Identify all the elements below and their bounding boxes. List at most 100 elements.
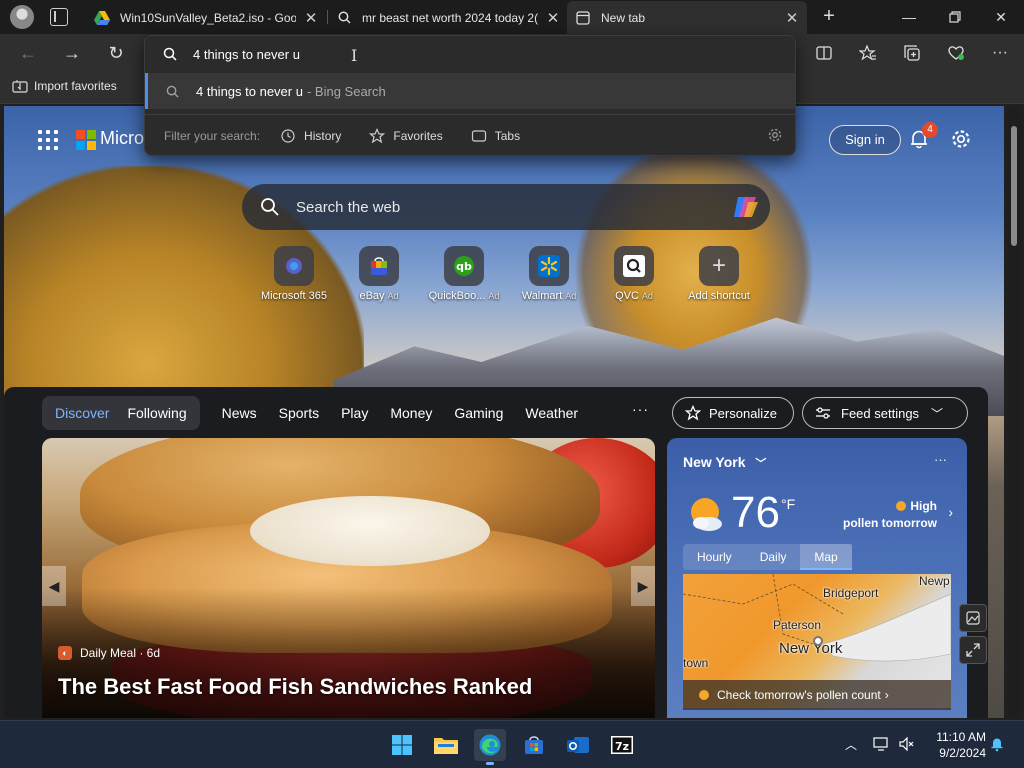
network-icon[interactable] (872, 735, 890, 753)
add-shortcut-button[interactable]: + Add shortcut (679, 246, 759, 302)
google-drive-icon (94, 10, 110, 26)
provider-text: Daily Meal · 6d (80, 646, 161, 660)
ad-label: Ad (565, 291, 577, 301)
close-tab-icon[interactable]: ✕ (546, 9, 560, 27)
search-placeholder: Search the web (296, 198, 401, 216)
quick-link-microsoft-365[interactable]: Microsoft 365 (254, 246, 334, 302)
quick-link-ebay[interactable]: eBay Ad (339, 246, 419, 302)
system-clock[interactable]: 11:10 AM 9/2/2024 (928, 729, 986, 761)
close-tab-icon[interactable]: ✕ (304, 9, 318, 27)
web-search-box[interactable]: Search the web (242, 184, 770, 230)
pollen-forecast[interactable]: High pollen tomorrow (843, 498, 937, 532)
address-bar-input[interactable]: 4 things to never u (145, 36, 795, 72)
notification-badge: 4 (922, 122, 938, 138)
restore-icon[interactable] (932, 0, 978, 34)
filter-history[interactable]: History (280, 128, 341, 144)
weather-more-icon[interactable]: ··· (934, 452, 947, 467)
outlook-button[interactable] (562, 729, 594, 761)
svg-text:7z: 7z (615, 740, 629, 753)
volume-muted-icon[interactable] (898, 735, 916, 753)
previous-arrow-icon[interactable]: ◀ (42, 566, 66, 606)
import-favorites-label: Import favorites (34, 79, 117, 93)
filter-favorites[interactable]: Favorites (369, 127, 443, 144)
pollen-dot-icon (896, 501, 907, 511)
next-arrow-icon[interactable]: ▶ (631, 566, 655, 606)
import-favorites-button[interactable]: Import favorites (12, 79, 117, 93)
7zip-button[interactable]: 7z (606, 729, 638, 761)
hero-article-card[interactable]: ◀ ▶ ◐ Daily Meal · 6d The Best Fast Food… (42, 438, 655, 718)
tab-news[interactable]: News (222, 405, 257, 421)
outlook-icon (567, 737, 589, 753)
location-pin-icon (813, 636, 823, 646)
show-hidden-icons-chevron-icon[interactable]: ︿ (842, 735, 860, 753)
split-screen-icon[interactable] (812, 42, 836, 64)
tab-sports[interactable]: Sports (279, 405, 319, 421)
back-icon[interactable]: ← (16, 42, 40, 64)
tab-bing-search[interactable]: mr beast net worth 2024 today 2( ✕ (328, 1, 568, 34)
quick-link-qvc[interactable]: QVC Ad (594, 246, 674, 302)
search-icon (166, 85, 179, 98)
start-button[interactable] (386, 729, 418, 761)
tab-following[interactable]: Following (118, 405, 195, 421)
tab-actions-icon[interactable] (50, 8, 68, 26)
tab-google-drive[interactable]: Win10SunValley_Beta2.iso - Goog ✕ (86, 1, 326, 34)
feed-settings-button[interactable]: Feed settings ﹀ (802, 397, 968, 429)
filter-tabs[interactable]: Tabs (471, 129, 520, 143)
svg-text:qb: qb (456, 260, 472, 273)
weather-card[interactable]: New York ﹀ ··· 76 °F High pollen tomorro… (667, 438, 967, 718)
tab-discover[interactable]: Discover (46, 405, 118, 421)
browser-window: Win10SunValley_Beta2.iso - Goog ✕ mr bea… (0, 0, 1024, 768)
check-pollen-link[interactable]: Check tomorrow's pollen count › (683, 680, 951, 710)
filter-favorites-label: Favorites (393, 128, 443, 143)
new-tab-icon (575, 10, 591, 26)
more-tabs-button[interactable]: ··· (632, 401, 649, 417)
tab-new-tab[interactable]: New tab ✕ (567, 1, 807, 34)
expand-icon[interactable] (959, 636, 987, 664)
tab-money[interactable]: Money (390, 405, 432, 421)
notifications-bell-icon[interactable] (988, 735, 1006, 753)
weather-tabs: Hourly Daily Map (683, 544, 852, 570)
copilot-icon[interactable] (732, 194, 760, 220)
chevron-down-icon: ﹀ (755, 458, 767, 470)
tab-gaming[interactable]: Gaming (454, 405, 503, 421)
article-headline[interactable]: The Best Fast Food Fish Sandwiches Ranke… (58, 674, 532, 700)
app-launcher-icon[interactable] (38, 130, 58, 150)
quick-link-quickbooks[interactable]: qb QuickBoo... Ad (424, 246, 504, 302)
weather-city[interactable]: New York ﹀ (683, 454, 766, 471)
forward-icon[interactable]: → (60, 42, 84, 64)
profile-avatar[interactable] (10, 5, 34, 29)
map-label-newp: Newp (919, 574, 950, 588)
file-explorer-button[interactable] (430, 729, 462, 761)
close-window-icon[interactable]: ✕ (978, 0, 1024, 34)
scrollbar-thumb[interactable] (1011, 126, 1017, 246)
page-settings-gear-icon[interactable] (950, 128, 972, 150)
edge-taskbar-button[interactable] (474, 729, 506, 765)
ebay-icon (359, 246, 399, 286)
microsoft-store-button[interactable] (518, 729, 550, 761)
collections-icon[interactable] (900, 42, 924, 64)
quick-link-walmart[interactable]: Walmart Ad (509, 246, 589, 302)
new-tab-button[interactable]: + (817, 4, 841, 28)
more-options-icon[interactable]: ··· (988, 42, 1012, 64)
favorites-icon[interactable] (856, 42, 880, 64)
search-suggestion[interactable]: 4 things to never u - Bing Search (145, 73, 795, 109)
weather-tab-map[interactable]: Map (800, 544, 852, 570)
close-tab-icon[interactable]: ✕ (785, 9, 799, 27)
minimize-icon[interactable]: — (886, 0, 932, 34)
search-settings-gear-icon[interactable] (767, 127, 783, 146)
browser-essentials-icon[interactable] (944, 42, 968, 64)
chevron-right-icon[interactable]: › (948, 504, 953, 520)
personalize-button[interactable]: Personalize (672, 397, 794, 429)
tab-weather[interactable]: Weather (525, 405, 578, 421)
search-filters: Filter your search: History Favorites Ta… (145, 114, 795, 156)
refresh-icon[interactable]: ↻ (104, 42, 128, 64)
weather-tab-hourly[interactable]: Hourly (683, 544, 746, 570)
tab-play[interactable]: Play (341, 405, 368, 421)
background-image-icon[interactable] (959, 604, 987, 632)
sign-in-button[interactable]: Sign in (829, 125, 901, 155)
chevron-down-icon: ﹀ (931, 406, 944, 421)
ad-label: Ad (387, 291, 399, 301)
page-scrollbar[interactable] (1007, 106, 1021, 718)
weather-tab-daily[interactable]: Daily (746, 544, 801, 570)
tab-title: mr beast net worth 2024 today 2( (362, 10, 538, 25)
